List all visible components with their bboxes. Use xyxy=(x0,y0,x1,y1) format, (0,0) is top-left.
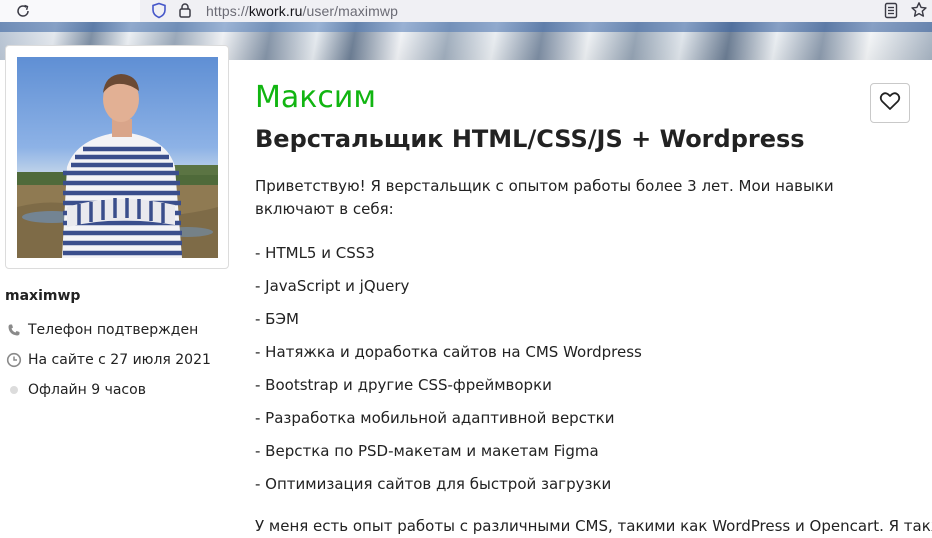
cover-sky xyxy=(0,22,932,32)
member-since-row: На сайте с 27 июля 2021 xyxy=(5,350,211,370)
skill-item: - Разработка мобильной адаптивной верстк… xyxy=(255,409,615,427)
online-status-text: Офлайн 9 часов xyxy=(28,382,146,398)
online-status-row: Офлайн 9 часов xyxy=(5,380,146,400)
shield-icon[interactable] xyxy=(151,2,167,23)
member-since-text: На сайте с 27 июля 2021 xyxy=(28,352,211,368)
skill-item: - Bootstrap и другие CSS-фреймворки xyxy=(255,376,552,394)
favorite-button[interactable] xyxy=(870,83,910,123)
avatar-card xyxy=(5,45,229,269)
status-dot-icon xyxy=(5,382,22,399)
avatar[interactable] xyxy=(17,57,218,258)
star-icon[interactable] xyxy=(910,1,928,23)
url-path: /user/maximwp xyxy=(302,3,398,19)
skill-item: - HTML5 и CSS3 xyxy=(255,244,375,262)
phone-status-row: Телефон подтвержден xyxy=(5,320,198,340)
lock-icon[interactable] xyxy=(177,2,193,23)
url-domain: kwork.ru xyxy=(248,3,303,19)
profile-name: Максим xyxy=(255,80,377,115)
url-prefix: https:// xyxy=(206,3,249,19)
intro-paragraph: Приветствую! Я верстальщик с опытом рабо… xyxy=(255,177,834,218)
outro-paragraph: У меня есть опыт работы с различными CMS… xyxy=(255,517,932,535)
phone-status-text: Телефон подтвержден xyxy=(28,322,199,338)
skill-item: - Оптимизация сайтов для быстрой загрузк… xyxy=(255,475,612,493)
skill-item: - БЭМ xyxy=(255,310,299,328)
phone-icon xyxy=(5,322,22,339)
reader-view-icon[interactable] xyxy=(884,2,898,23)
browser-toolbar: https://kwork.ru/user/maximwp xyxy=(0,0,932,22)
skill-item: - JavaScript и jQuery xyxy=(255,277,410,295)
heart-icon xyxy=(879,91,901,115)
clock-icon xyxy=(5,352,22,369)
url-text[interactable]: https://kwork.ru/user/maximwp xyxy=(206,3,398,19)
address-bar[interactable]: https://kwork.ru/user/maximwp xyxy=(140,0,932,22)
username: maximwp xyxy=(5,288,81,304)
skill-item: - Натяжка и доработка сайтов на CMS Word… xyxy=(255,343,642,361)
specialization-title: Верстальщик HTML/CSS/JS + Wordpress xyxy=(255,125,805,153)
skill-item: - Верстка по PSD-макетам и макетам Figma xyxy=(255,442,599,460)
reload-icon[interactable] xyxy=(13,1,33,21)
